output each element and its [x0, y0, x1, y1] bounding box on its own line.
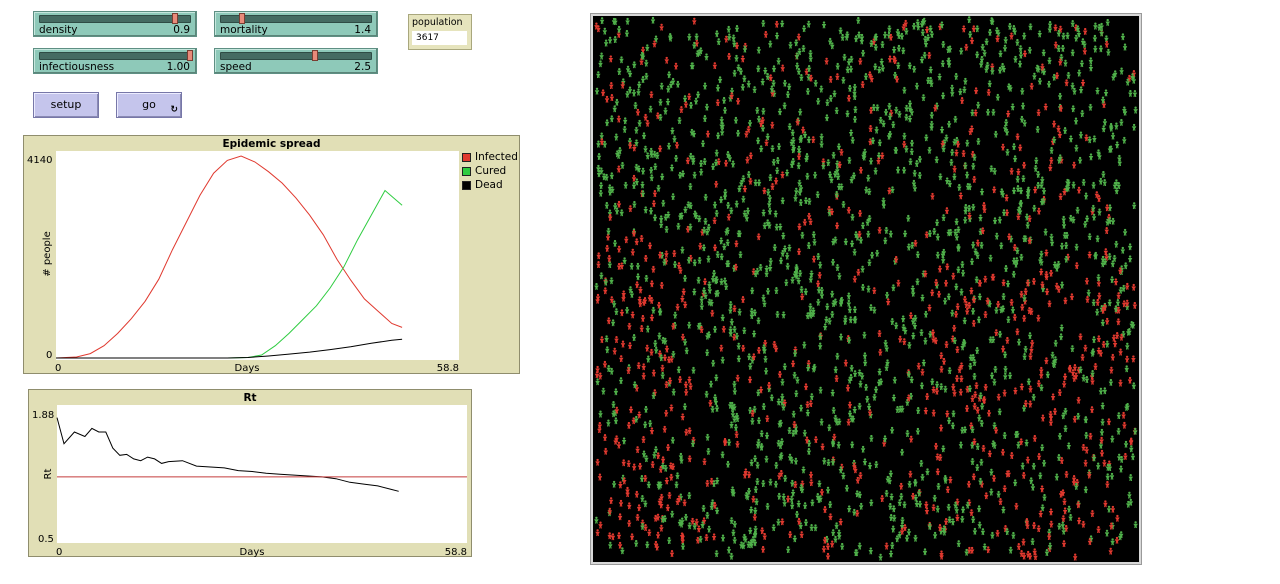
speed-slider[interactable]: speed 2.5	[214, 48, 378, 74]
legend-label: Infected	[475, 151, 518, 163]
slider-label: mortality	[220, 24, 268, 36]
y-axis-label: Rt	[43, 468, 54, 479]
monitor-label: population	[412, 17, 463, 28]
plot-area	[56, 151, 459, 360]
density-slider[interactable]: density 0.9	[33, 11, 197, 37]
epidemic-plot-svg: 4140 0 0 58.8 Days # people	[27, 151, 459, 374]
slider-thumb[interactable]	[239, 13, 245, 24]
slider-track[interactable]	[39, 13, 191, 24]
world-view[interactable]	[590, 13, 1142, 565]
slider-value: 2.5	[354, 61, 371, 73]
setup-button-label: setup	[50, 98, 82, 111]
y-max-label: 1.88	[32, 410, 54, 421]
x-max-label: 58.8	[445, 547, 467, 558]
slider-label: speed	[220, 61, 252, 73]
y-axis-label: # people	[42, 231, 53, 276]
world-canvas[interactable]	[593, 16, 1139, 562]
y-min-label: 0	[46, 350, 52, 361]
infectiousness-slider[interactable]: infectiousness 1.00	[33, 48, 197, 74]
setup-button[interactable]: setup	[33, 92, 99, 118]
population-monitor: population 3617	[408, 14, 472, 50]
x-min-label: 0	[55, 363, 61, 374]
x-axis-label: Days	[235, 363, 260, 374]
slider-value: 1.4	[354, 24, 371, 36]
plot-legend: Infected Cured Dead	[462, 150, 518, 192]
legend-swatch	[462, 166, 471, 176]
slider-track[interactable]	[39, 50, 193, 61]
slider-thumb[interactable]	[172, 13, 178, 24]
plot-area	[57, 405, 467, 543]
go-button-label: go	[142, 98, 156, 111]
slider-value: 0.9	[173, 24, 190, 36]
x-min-label: 0	[56, 547, 62, 558]
forever-arrows-icon: ↻	[170, 105, 178, 115]
epidemic-plot: Epidemic spread 4140 0 0 58.8 Days # peo…	[23, 135, 520, 374]
slider-track[interactable]	[220, 13, 372, 24]
legend-item-infected: Infected	[462, 150, 518, 164]
rt-plot-svg: 1.88 0.5 0 58.8 Days Rt	[32, 405, 467, 558]
slider-track[interactable]	[220, 50, 372, 61]
legend-swatch	[462, 152, 471, 162]
x-axis-label: Days	[240, 547, 265, 558]
rt-plot: Rt 1.88 0.5 0 58.8 Days Rt	[28, 389, 472, 558]
y-min-label: 0.5	[38, 534, 54, 545]
x-max-label: 58.8	[437, 363, 459, 374]
legend-label: Cured	[475, 165, 507, 177]
go-button[interactable]: go ↻	[116, 92, 182, 118]
slider-thumb[interactable]	[187, 50, 193, 61]
monitor-value: 3617	[412, 31, 467, 45]
slider-label: density	[39, 24, 78, 36]
legend-item-dead: Dead	[462, 178, 518, 192]
y-max-label: 4140	[27, 155, 52, 166]
mortality-slider[interactable]: mortality 1.4	[214, 11, 378, 37]
slider-label: infectiousness	[39, 61, 115, 73]
legend-label: Dead	[475, 179, 503, 191]
legend-item-cured: Cured	[462, 164, 518, 178]
legend-swatch	[462, 180, 471, 190]
slider-value: 1.00	[166, 61, 190, 73]
slider-thumb[interactable]	[311, 50, 318, 61]
